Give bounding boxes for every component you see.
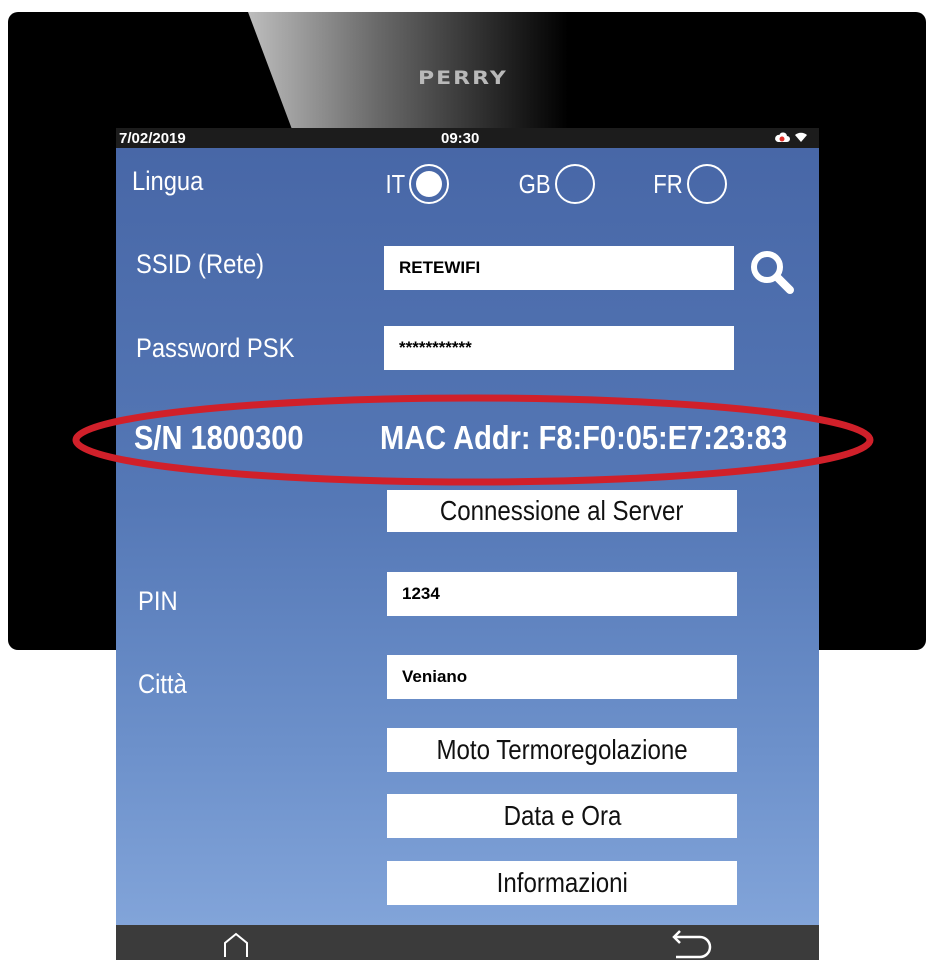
- lang-option-it[interactable]: IT: [382, 164, 450, 204]
- server-connection-button[interactable]: Connessione al Server: [387, 490, 737, 532]
- pin-field[interactable]: 1234: [387, 572, 737, 616]
- search-icon[interactable]: [748, 248, 796, 296]
- lang-option-gb[interactable]: GB: [513, 164, 595, 204]
- city-field[interactable]: Veniano: [387, 655, 737, 699]
- settings-screen: 7/02/2019 09:30 Lingua IT GB FR SSID (Re…: [116, 128, 819, 960]
- navigation-bar: [116, 925, 819, 960]
- lang-gb-radio[interactable]: [554, 164, 595, 204]
- server-connection-label: Connessione al Server: [440, 495, 684, 526]
- lang-it-radio[interactable]: [409, 164, 450, 204]
- password-field[interactable]: ***********: [384, 326, 734, 370]
- lang-gb-label: GB: [518, 168, 551, 199]
- language-label: Lingua: [132, 166, 204, 196]
- mac-address: MAC Addr: F8:F0:05:E7:23:83: [380, 419, 788, 456]
- lang-it-label: IT: [385, 168, 406, 199]
- password-label: Password PSK: [136, 333, 295, 363]
- information-label: Informazioni: [496, 867, 628, 898]
- date-time-label: Data e Ora: [503, 800, 621, 831]
- status-date: 7/02/2019: [119, 130, 186, 147]
- ssid-field[interactable]: RETEWIFI: [384, 246, 734, 290]
- status-bar: 7/02/2019 09:30: [116, 128, 819, 148]
- thermoregulation-button[interactable]: Moto Termoregolazione: [387, 728, 737, 772]
- lang-option-fr[interactable]: FR: [648, 164, 727, 204]
- thermoregulation-label: Moto Termoregolazione: [436, 734, 688, 765]
- pin-label: PIN: [138, 586, 178, 616]
- date-time-button[interactable]: Data e Ora: [387, 794, 737, 838]
- wifi-icon: [795, 132, 807, 142]
- cloud-icon: [774, 132, 790, 142]
- status-time: 09:30: [441, 130, 480, 147]
- lang-fr-label: FR: [653, 168, 683, 199]
- serial-number: S/N 1800300: [134, 419, 304, 456]
- back-icon[interactable]: [668, 929, 716, 959]
- brand-logo: PERRY: [418, 67, 508, 90]
- ssid-label: SSID (Rete): [136, 249, 265, 279]
- information-button[interactable]: Informazioni: [387, 861, 737, 905]
- home-icon[interactable]: [222, 931, 250, 959]
- lang-fr-radio[interactable]: [686, 164, 727, 204]
- city-label: Città: [138, 669, 187, 699]
